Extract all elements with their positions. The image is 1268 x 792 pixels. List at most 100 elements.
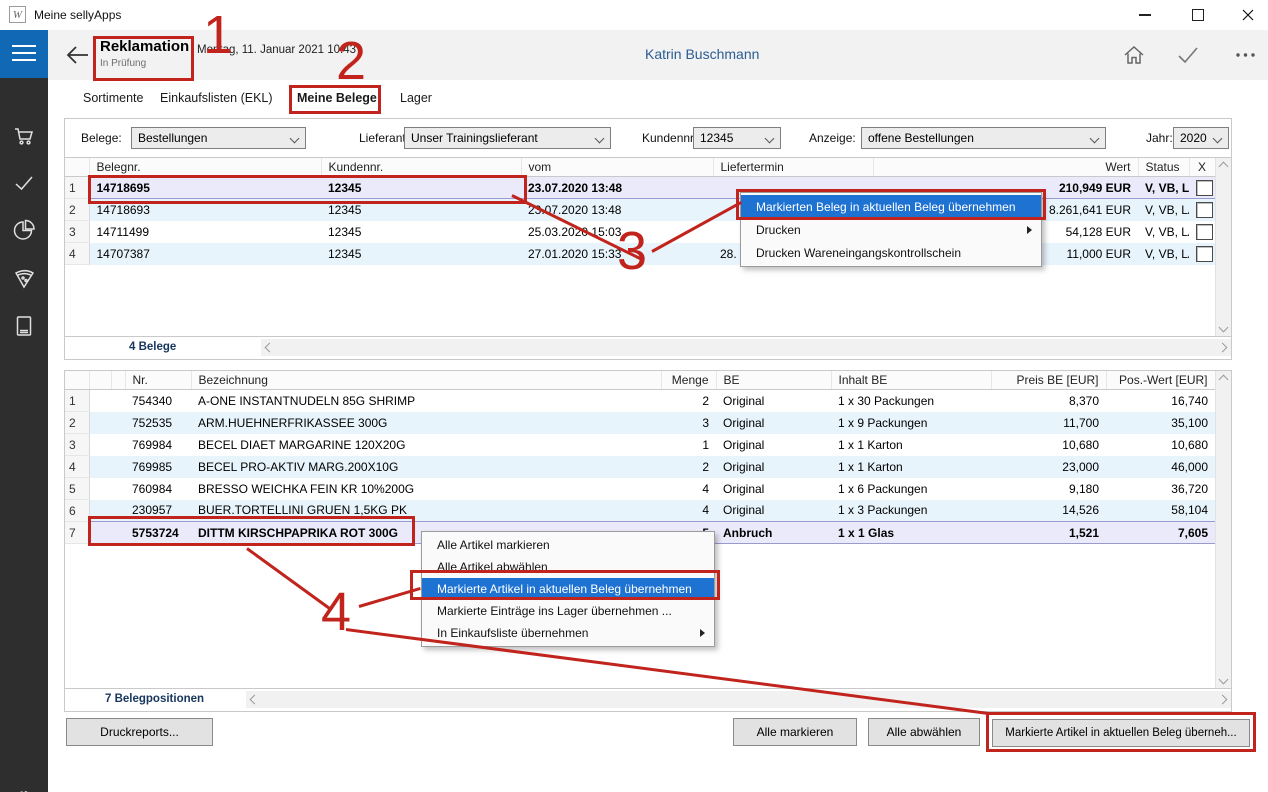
cell-num: 6 bbox=[65, 500, 89, 522]
filter-label-lieferant: Lieferant: bbox=[359, 131, 409, 145]
menu-item[interactable]: Alle Artikel abwählen bbox=[422, 556, 714, 578]
checkmark-icon[interactable] bbox=[12, 171, 36, 195]
cell-preis: 23,000 bbox=[991, 456, 1106, 478]
col-vom[interactable]: vom bbox=[521, 158, 713, 177]
menu-item[interactable]: Drucken Wareneingangskontrollschein bbox=[741, 241, 1041, 264]
cell-status: V, VB, LAB bbox=[1138, 221, 1189, 243]
cell-num: 2 bbox=[65, 199, 89, 221]
cell-num: 2 bbox=[65, 412, 89, 434]
cell-num: 3 bbox=[65, 434, 89, 456]
col-menge[interactable]: Menge bbox=[661, 371, 716, 390]
gear-icon[interactable] bbox=[12, 787, 36, 792]
scroll-right-icon[interactable] bbox=[1218, 695, 1228, 705]
cell-poswert: 7,605 bbox=[1106, 522, 1215, 544]
items-vertical-scrollbar[interactable] bbox=[1215, 371, 1231, 688]
scroll-up-icon[interactable] bbox=[1219, 375, 1229, 385]
col-status[interactable]: Status bbox=[1138, 158, 1189, 177]
scroll-left-icon[interactable] bbox=[250, 695, 260, 705]
tab-lager[interactable]: Lager bbox=[400, 91, 432, 105]
table-row[interactable]: 1147186951234523.07.2020 13:48210,949 EU… bbox=[65, 177, 1215, 199]
tab-sortimente[interactable]: Sortimente bbox=[83, 91, 143, 105]
cell-inhalt: 1 x 9 Packungen bbox=[831, 412, 991, 434]
cell-num: 3 bbox=[65, 221, 89, 243]
scroll-right-icon[interactable] bbox=[1218, 343, 1228, 353]
scroll-up-icon[interactable] bbox=[1219, 162, 1229, 172]
col-bezeichnung[interactable]: Bezeichnung bbox=[191, 371, 661, 390]
table-row[interactable]: 2147186931234523.07.2020 13:488.261,641 … bbox=[65, 199, 1215, 221]
col-x[interactable]: X bbox=[1189, 158, 1215, 177]
lieferant-select[interactable]: Unser Trainingslieferant bbox=[404, 127, 611, 149]
menu-item[interactable]: Markierte Artikel in aktuellen Beleg übe… bbox=[422, 578, 714, 600]
table-row[interactable]: 4147073871234527.01.2020 15:3328.11,000 … bbox=[65, 243, 1215, 265]
cell-bezeichnung: ARM.HUEHNERFRIKASSEE 300G bbox=[191, 412, 661, 434]
scroll-down-icon[interactable] bbox=[1219, 323, 1229, 333]
window-title: Meine sellyApps bbox=[34, 8, 121, 22]
row-checkbox[interactable] bbox=[1196, 180, 1213, 196]
shopping-cart-icon[interactable] bbox=[12, 124, 36, 148]
druckreports-button[interactable]: Druckreports... bbox=[66, 718, 213, 746]
cell-bezeichnung: BECEL PRO-AKTIV MARG.200X10G bbox=[191, 456, 661, 478]
uebernehmen-button[interactable]: Markierte Artikel in aktuellen Beleg übe… bbox=[992, 719, 1250, 747]
kundennr-select[interactable]: 12345 bbox=[693, 127, 781, 149]
tab-einkaufslisten[interactable]: Einkaufslisten (EKL) bbox=[160, 91, 273, 105]
documents-panel: Belege: Bestellungen Lieferant: Unser Tr… bbox=[64, 118, 1232, 360]
docs-horizontal-scrollbar[interactable] bbox=[261, 339, 1231, 356]
table-row[interactable]: 1754340A-ONE INSTANTNUDELN 85G SHRIMP2Or… bbox=[65, 390, 1215, 412]
menu-item[interactable]: Drucken bbox=[741, 218, 1041, 241]
table-row[interactable]: 4769985BECEL PRO-AKTIV MARG.200X10G2Orig… bbox=[65, 456, 1215, 478]
menu-item[interactable]: In Einkaufsliste übernehmen bbox=[422, 622, 714, 644]
table-row[interactable]: 3769984BECEL DIAET MARGARINE 120X20G1Ori… bbox=[65, 434, 1215, 456]
cell-be: Original bbox=[716, 456, 831, 478]
hamburger-menu-button[interactable] bbox=[0, 30, 48, 78]
items-horizontal-scrollbar[interactable] bbox=[246, 691, 1231, 708]
col-be[interactable]: BE bbox=[716, 371, 831, 390]
pizza-slice-icon[interactable] bbox=[12, 266, 36, 290]
docs-vertical-scrollbar[interactable] bbox=[1215, 158, 1231, 336]
cell-vom: 25.03.2020 15:03 bbox=[521, 221, 713, 243]
table-row[interactable]: 3147114991234525.03.2020 15:0354,128 EUR… bbox=[65, 221, 1215, 243]
anzeige-select[interactable]: offene Bestellungen bbox=[861, 127, 1106, 149]
confirm-button[interactable] bbox=[1176, 43, 1200, 67]
menu-item[interactable]: Alle Artikel markieren bbox=[422, 534, 714, 556]
submenu-arrow-icon bbox=[1027, 226, 1032, 234]
col-kundennr[interactable]: Kundennr. bbox=[321, 158, 521, 177]
cell-poswert: 36,720 bbox=[1106, 478, 1215, 500]
back-button[interactable] bbox=[64, 43, 90, 67]
cell-preis: 9,180 bbox=[991, 478, 1106, 500]
table-row[interactable]: 5760984BRESSO WEICHKA FEIN KR 10%200G4Or… bbox=[65, 478, 1215, 500]
col-pos-wert[interactable]: Pos.-Wert [EUR] bbox=[1106, 371, 1215, 390]
menu-item[interactable]: Markierte Einträge ins Lager übernehmen … bbox=[422, 600, 714, 622]
jahr-select[interactable]: 2020 bbox=[1173, 127, 1229, 149]
items-header-row: Nr. Bezeichnung Menge BE Inhalt BE Preis… bbox=[65, 371, 1215, 390]
alle-markieren-button[interactable]: Alle markieren bbox=[733, 718, 857, 746]
filter-label-belege: Belege: bbox=[81, 131, 122, 145]
maximize-button[interactable] bbox=[1178, 0, 1218, 30]
belege-select[interactable]: Bestellungen bbox=[131, 127, 306, 149]
cell-bezeichnung: A-ONE INSTANTNUDELN 85G SHRIMP bbox=[191, 390, 661, 412]
menu-item[interactable]: Markierten Beleg in aktuellen Beleg über… bbox=[741, 195, 1041, 218]
table-row[interactable]: 6230957BUER.TORTELLINI GRUEN 1,5KG PK4Or… bbox=[65, 500, 1215, 522]
pie-chart-icon[interactable] bbox=[12, 218, 36, 242]
home-button[interactable] bbox=[1122, 43, 1146, 67]
scroll-left-icon[interactable] bbox=[265, 343, 275, 353]
col-preis-be[interactable]: Preis BE [EUR] bbox=[991, 371, 1106, 390]
cell-poswert: 16,740 bbox=[1106, 390, 1215, 412]
close-button[interactable] bbox=[1228, 0, 1268, 30]
row-checkbox[interactable] bbox=[1196, 224, 1213, 240]
col-belegnr[interactable]: Belegnr. bbox=[89, 158, 321, 177]
col-nr[interactable]: Nr. bbox=[125, 371, 191, 390]
alle-abwaehlen-button[interactable]: Alle abwählen bbox=[868, 718, 980, 746]
row-checkbox[interactable] bbox=[1196, 202, 1213, 218]
col-inhalt-be[interactable]: Inhalt BE bbox=[831, 371, 991, 390]
col-liefertermin[interactable]: Liefertermin bbox=[713, 158, 873, 177]
book-icon[interactable] bbox=[12, 314, 36, 338]
checkbox-cell bbox=[1189, 199, 1215, 221]
tab-meine-belege[interactable]: Meine Belege bbox=[297, 91, 377, 105]
minimize-button[interactable] bbox=[1125, 0, 1165, 30]
table-row[interactable]: 2752535ARM.HUEHNERFRIKASSEE 300G3Origina… bbox=[65, 412, 1215, 434]
chevron-down-icon bbox=[1090, 134, 1100, 144]
more-options-button[interactable] bbox=[1234, 47, 1258, 71]
col-wert[interactable]: Wert bbox=[873, 158, 1138, 177]
scroll-down-icon[interactable] bbox=[1219, 675, 1229, 685]
row-checkbox[interactable] bbox=[1196, 246, 1213, 262]
